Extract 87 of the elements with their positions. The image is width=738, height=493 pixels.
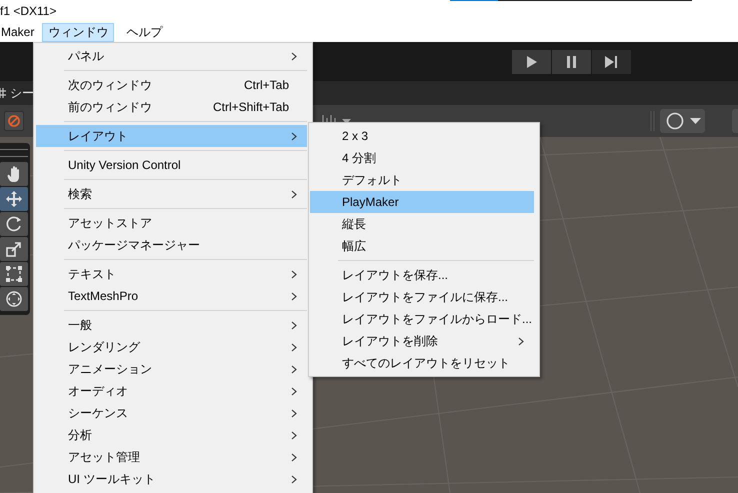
- menu-bar-item[interactable]: ウィンドウ: [42, 22, 114, 42]
- menu-item[interactable]: レイアウトを削除: [310, 330, 534, 352]
- menu-item[interactable]: アセット管理: [36, 446, 307, 468]
- menu-item-label: すべてのレイアウトをリセット: [342, 354, 510, 372]
- menu-item-label: 前のウィンドウ: [68, 98, 152, 116]
- menu-item-label: デフォルト: [342, 172, 402, 188]
- menu-item-label: PlayMaker: [342, 195, 399, 209]
- menu-bar-item[interactable]: ヘルプ: [120, 22, 168, 42]
- menu-item[interactable]: PlayMaker: [310, 191, 534, 213]
- menu-item[interactable]: 前のウィンドウ Ctrl+Shift+Tab: [36, 96, 307, 118]
- menu-item-label: 検索: [68, 186, 92, 202]
- scale-icon: [5, 240, 23, 258]
- menu-item[interactable]: すべてのレイアウトをリセット: [310, 352, 534, 374]
- menu-item[interactable]: TextMeshPro: [36, 285, 307, 307]
- tool-button[interactable]: [0, 262, 28, 286]
- menu-item-label: レイアウトをファイルからロード...: [342, 310, 532, 328]
- menu-item-label: レイアウトをファイルに保存...: [342, 288, 508, 306]
- menu-item-label: 次のウィンドウ: [68, 76, 152, 94]
- menu-item[interactable]: 検索: [36, 183, 307, 205]
- menu-item[interactable]: レイアウト: [36, 125, 307, 147]
- menu-item-label: 縦長: [342, 216, 366, 232]
- tool-button[interactable]: [0, 187, 28, 211]
- menu-item[interactable]: パネル: [36, 45, 307, 67]
- menu-item[interactable]: レイアウトをファイルに保存...: [310, 286, 534, 308]
- shading-dropdown-button[interactable]: [660, 109, 705, 133]
- menu-item[interactable]: 分析: [36, 424, 307, 446]
- window-title: f1 <DX11>: [0, 4, 56, 18]
- palette-grip: [0, 149, 28, 157]
- menu-item-label: 幅広: [342, 238, 366, 254]
- menu-item[interactable]: アニメーション: [36, 358, 307, 380]
- menu-item-label: Unity Version Control: [68, 158, 181, 172]
- menu-item[interactable]: レイアウトを保存...: [310, 264, 534, 286]
- menu-item[interactable]: パッケージマネージャー: [36, 234, 307, 256]
- play-button[interactable]: [512, 50, 551, 74]
- menu-item-label: 一般: [68, 316, 92, 334]
- menu-item[interactable]: 縦長: [310, 213, 534, 235]
- menu-item-label: オーディオ: [68, 382, 128, 400]
- step-button[interactable]: [592, 50, 631, 74]
- pause-icon: [566, 56, 576, 68]
- move-arrows-icon: [5, 190, 23, 208]
- pause-button[interactable]: [552, 50, 591, 74]
- menu-item[interactable]: テキスト: [36, 263, 307, 285]
- play-icon: [526, 54, 538, 68]
- menu-item-label: テキスト: [68, 266, 116, 282]
- scene-tab[interactable]: シー: [0, 81, 34, 105]
- menu-item-label: 分析: [68, 426, 92, 444]
- menu-item-label: アニメーション: [68, 360, 152, 378]
- menu-item-label: アセットストア: [68, 214, 152, 232]
- menu-item-label: レイアウトを保存...: [342, 266, 448, 284]
- menu-item[interactable]: 幅広: [310, 235, 534, 257]
- tab-label: シー: [10, 84, 34, 102]
- menu-item[interactable]: レンダリング: [36, 336, 307, 358]
- menu-item-label: レイアウト: [68, 128, 128, 144]
- pivot-toggle-button[interactable]: [4, 111, 24, 131]
- rotate-icon: [5, 215, 23, 233]
- menu-item[interactable]: レイアウトをファイルからロード...: [310, 308, 534, 330]
- menu-item[interactable]: 一般: [36, 314, 307, 336]
- step-forward-icon: [605, 56, 618, 68]
- toolbar-grip-icon: [650, 111, 656, 131]
- tool-button[interactable]: [0, 162, 28, 186]
- menu-item-label: UI ツールキット: [68, 470, 156, 488]
- menu-item[interactable]: アセットストア: [36, 212, 307, 234]
- menu-item-label: パッケージマネージャー: [68, 236, 200, 254]
- menu-item[interactable]: 4 分割: [310, 147, 534, 169]
- menu-bar-item[interactable]: Maker: [0, 22, 40, 42]
- menu-item-label: レンダリング: [68, 338, 140, 356]
- tool-button[interactable]: [0, 237, 28, 261]
- menu-item-label: TextMeshPro: [68, 289, 138, 303]
- menu-item-label: アセット管理: [68, 448, 140, 466]
- menu-item[interactable]: UI ツールキット: [36, 468, 307, 490]
- tool-button[interactable]: [0, 287, 28, 311]
- menu-item[interactable]: シーケンス: [36, 402, 307, 424]
- menu-item-label: レイアウトを削除: [342, 332, 438, 350]
- menu-item-label: 2 x 3: [342, 129, 368, 143]
- menu-item-label: シーケンス: [68, 404, 128, 422]
- menu-item-label: 4 分割: [342, 150, 376, 166]
- menu-item[interactable]: 次のウィンドウ Ctrl+Tab: [36, 74, 307, 96]
- shortcut-label: Ctrl+Tab: [244, 78, 289, 92]
- transform-icon: [5, 290, 23, 308]
- menu-item[interactable]: デフォルト: [310, 169, 534, 191]
- rect-tool-icon: [5, 265, 23, 283]
- shortcut-label: Ctrl+Shift+Tab: [212, 100, 289, 114]
- menu-item-label: パネル: [68, 48, 104, 64]
- menu-item[interactable]: Unity Version Control: [36, 154, 307, 176]
- menu-item[interactable]: オーディオ: [36, 380, 307, 402]
- menu-item[interactable]: 2 x 3: [310, 125, 534, 147]
- tool-button[interactable]: [0, 212, 28, 236]
